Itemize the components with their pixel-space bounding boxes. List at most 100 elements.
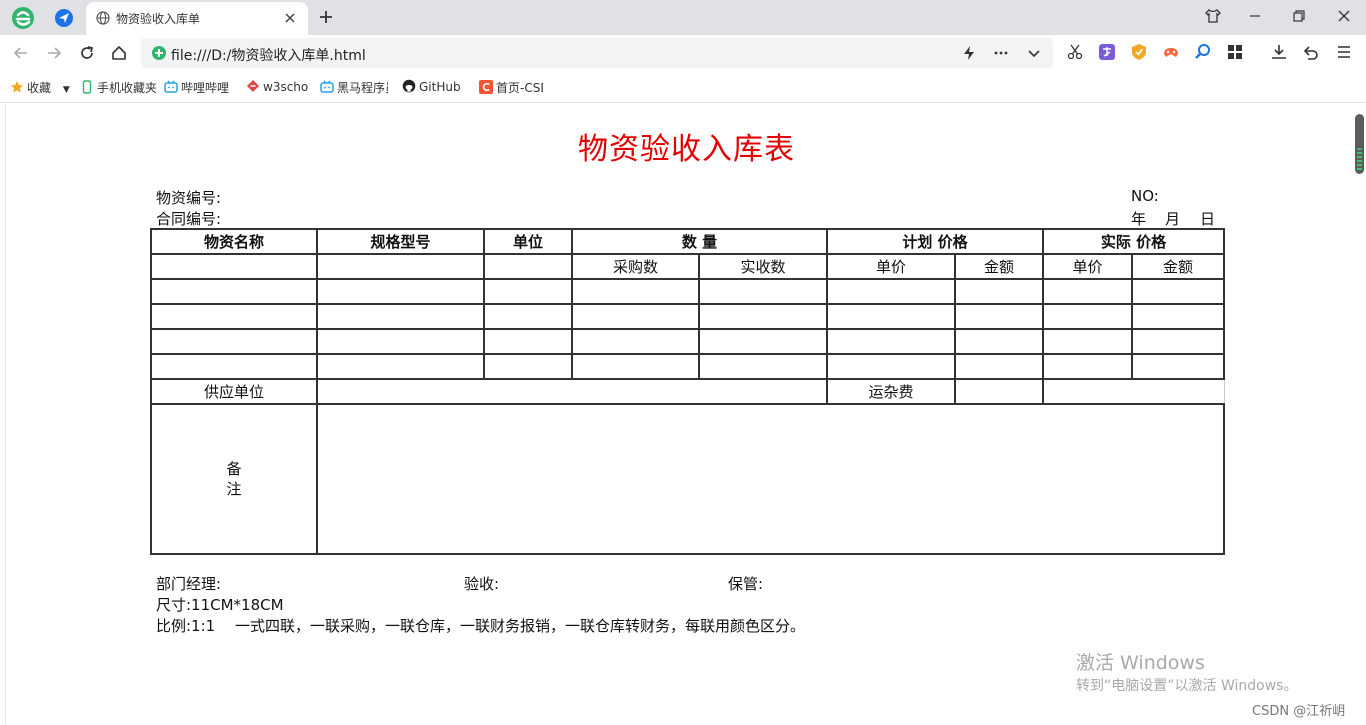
serial-number-label: NO: bbox=[1131, 187, 1159, 205]
scrollbar-indicator bbox=[1357, 148, 1362, 172]
table-cell bbox=[571, 278, 700, 305]
url-text[interactable]: file:///D:/物资验收入库单.html bbox=[171, 45, 366, 65]
scissors-icon[interactable] bbox=[1066, 43, 1084, 61]
col-header-actual-price: 实际 价格 bbox=[1042, 228, 1225, 255]
table-cell bbox=[954, 353, 1044, 380]
activate-windows-title: 激活 Windows bbox=[1076, 652, 1205, 674]
pinned-tab-icon[interactable] bbox=[54, 8, 74, 28]
freight-value-cell bbox=[954, 378, 1044, 405]
csdn-icon bbox=[479, 80, 493, 94]
table-cell bbox=[150, 278, 318, 305]
table-cell bbox=[826, 278, 956, 305]
table-cell bbox=[571, 353, 700, 380]
tab-title: 物资验收入库单 bbox=[116, 12, 201, 26]
back-icon[interactable] bbox=[12, 44, 30, 62]
table-cell bbox=[483, 328, 573, 355]
shirt-icon[interactable] bbox=[1204, 7, 1222, 25]
chevron-down-icon[interactable] bbox=[1026, 45, 1042, 61]
table-cell bbox=[954, 278, 1044, 305]
reload-icon[interactable] bbox=[78, 44, 96, 62]
table-cell bbox=[571, 328, 700, 355]
table-cell bbox=[954, 328, 1044, 355]
supplier-row: 供应单位 运杂费 bbox=[150, 378, 1225, 405]
table-row bbox=[150, 278, 1225, 305]
table-cell bbox=[1042, 328, 1133, 355]
caret-down-icon[interactable]: ▼ bbox=[63, 85, 70, 95]
bookmark-label: 手机收藏夹 bbox=[97, 81, 156, 95]
more-dots-icon[interactable] bbox=[993, 45, 1009, 61]
bookmark-csdn[interactable]: 首页-CSDN bbox=[479, 79, 543, 95]
table-cell bbox=[483, 353, 573, 380]
bookmark-heima[interactable]: 黑马程序员 bbox=[320, 79, 388, 95]
bookmark-github[interactable]: GitHub bbox=[402, 79, 466, 95]
activate-windows-hint: 转到“电脑设置”以激活 Windows。 bbox=[1076, 678, 1298, 694]
col-header-received-qty: 实收数 bbox=[698, 253, 828, 280]
col-header-actual-amount: 金额 bbox=[1131, 253, 1225, 280]
undo-icon[interactable] bbox=[1302, 43, 1320, 61]
search-extension-icon[interactable] bbox=[1194, 43, 1212, 61]
menu-icon[interactable] bbox=[1335, 43, 1353, 61]
table-cell bbox=[316, 303, 485, 330]
col-header-plan-amount: 金额 bbox=[954, 253, 1044, 280]
tab-bar: 物资验收入库单 bbox=[0, 0, 1366, 35]
phone-icon bbox=[82, 80, 92, 94]
table-cell bbox=[1131, 353, 1225, 380]
keeper-label: 保管: bbox=[728, 575, 764, 593]
new-tab-icon[interactable] bbox=[318, 9, 334, 25]
table-cell bbox=[1131, 303, 1225, 330]
material-number-label: 物资编号: bbox=[156, 189, 222, 207]
close-tab-icon[interactable] bbox=[284, 12, 296, 24]
apps-grid-icon[interactable] bbox=[1226, 43, 1244, 61]
col-header-spec: 规格型号 bbox=[316, 228, 485, 255]
minimize-icon[interactable] bbox=[1246, 7, 1264, 25]
table-cell bbox=[826, 353, 956, 380]
header-row: 物资名称 规格型号 单位 数 量 计划 价格 实际 价格 bbox=[150, 228, 1225, 255]
col-header-name: 物资名称 bbox=[150, 228, 318, 255]
col-header-actual-unit-price: 单价 bbox=[1042, 253, 1133, 280]
lightning-icon[interactable] bbox=[961, 45, 977, 61]
shield-plus-icon bbox=[152, 46, 166, 60]
bookmark-label: 首页-CSDN bbox=[496, 81, 543, 95]
game-extension-icon[interactable] bbox=[1162, 43, 1180, 61]
table-cell bbox=[826, 328, 956, 355]
restore-icon[interactable] bbox=[1290, 7, 1308, 25]
active-tab[interactable]: 物资验收入库单 bbox=[86, 2, 308, 35]
bookmark-mobile[interactable]: 手机收藏夹 bbox=[80, 79, 156, 95]
star-icon bbox=[11, 81, 23, 93]
table-cell bbox=[483, 278, 573, 305]
bookmark-bilibili[interactable]: 哔哩哔哩 bbox=[164, 79, 232, 95]
forward-icon[interactable] bbox=[45, 44, 63, 62]
contract-number-label: 合同编号: bbox=[156, 210, 222, 228]
supplier-label: 供应单位 bbox=[150, 378, 318, 405]
download-icon[interactable] bbox=[1270, 43, 1288, 61]
bookmarks-bar: 收藏 ▼ 手机收藏夹 哔哩哔哩 w3school 黑马程序员 GitHub bbox=[0, 71, 1366, 103]
bookmark-label: 收藏 bbox=[27, 81, 52, 95]
home-icon[interactable] bbox=[110, 44, 128, 62]
col-header-purchase-qty: 采购数 bbox=[571, 253, 700, 280]
bookmark-favorites[interactable]: 收藏 ▼ bbox=[10, 79, 74, 95]
receipt-table: 物资名称 规格型号 单位 数 量 计划 价格 实际 价格 采购数 实收数 单价 … bbox=[150, 228, 1225, 555]
bookmark-w3school[interactable]: w3school bbox=[246, 79, 308, 95]
table-cell bbox=[316, 328, 485, 355]
remarks-label: 备注 bbox=[226, 460, 242, 498]
col-header-quantity: 数 量 bbox=[571, 228, 828, 255]
address-bar[interactable]: file:///D:/物资验收入库单.html bbox=[141, 38, 1053, 68]
bilibili-icon bbox=[164, 80, 178, 93]
bookmark-label: w3school bbox=[263, 80, 308, 94]
table-cell bbox=[954, 303, 1044, 330]
table-cell bbox=[1131, 328, 1225, 355]
translate-icon[interactable] bbox=[1098, 43, 1116, 61]
shield-extension-icon[interactable] bbox=[1130, 43, 1148, 61]
remarks-value-cell bbox=[316, 403, 1225, 555]
page-viewport: 物资验收入库表 物资编号: 合同编号: NO: 年 月 日 物资名称 规格型号 … bbox=[0, 104, 1366, 725]
col-header-plan-unit-price: 单价 bbox=[826, 253, 956, 280]
dept-manager-label: 部门经理: bbox=[156, 575, 222, 593]
freight-label: 运杂费 bbox=[826, 378, 956, 405]
browser-logo-icon[interactable] bbox=[10, 5, 36, 31]
close-window-icon[interactable] bbox=[1335, 7, 1353, 25]
table-cell bbox=[150, 303, 318, 330]
table-cell bbox=[1042, 278, 1133, 305]
bookmark-label: GitHub bbox=[419, 80, 461, 94]
page-title: 物资验收入库表 bbox=[578, 132, 795, 167]
table-cell bbox=[150, 353, 318, 380]
